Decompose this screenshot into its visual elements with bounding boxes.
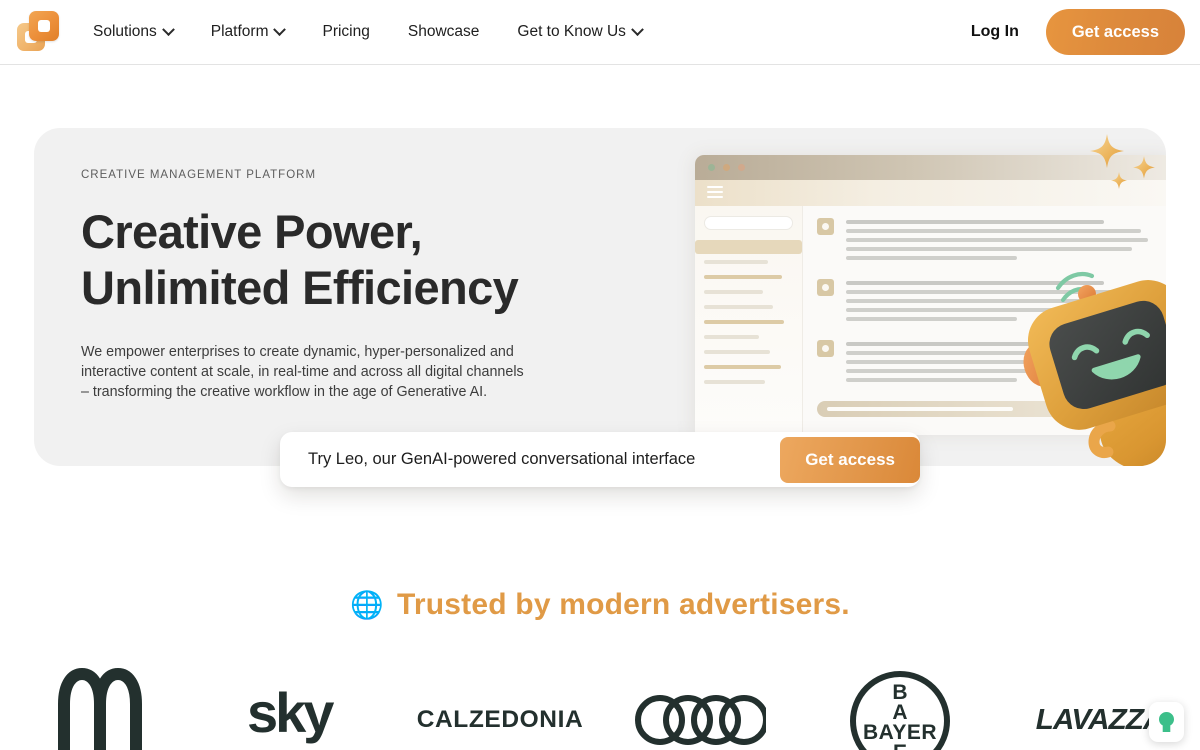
client-logo-mcdonalds — [0, 668, 200, 750]
hero-card: CREATIVE MANAGEMENT PLATFORM Creative Po… — [34, 128, 1166, 466]
login-link[interactable]: Log In — [971, 23, 1019, 41]
mockup-search-field — [704, 216, 793, 230]
chevron-down-icon — [631, 22, 644, 36]
page-title: Creative Power, Unlimited Efficiency — [81, 204, 601, 316]
brand-logo[interactable] — [16, 9, 62, 55]
client-logo-audi — [600, 668, 800, 750]
mockup-traffic-light-green — [708, 164, 715, 171]
nav-item-platform[interactable]: Platform — [210, 15, 287, 49]
mockup-sidebar-row — [704, 260, 769, 264]
mockup-sidebar-row — [704, 275, 783, 279]
mockup-traffic-light-red — [738, 164, 745, 171]
bayer-cross-icon: B A BAYER E — [850, 671, 950, 750]
trusted-heading-text: Trusted by modern advertisers. — [397, 588, 850, 621]
lavazza-wordmark: LAVAZZA — [1036, 704, 1165, 736]
floating-widget[interactable] — [1149, 702, 1184, 742]
mockup-sidebar-row — [704, 290, 763, 294]
mockup-sidebar-row — [704, 305, 774, 309]
nav-item-get-to-know-us-label: Get to Know Us — [517, 23, 626, 40]
client-logo-row: sky CALZEDONIA B A BAYER E LAVAZZA — [0, 668, 1200, 750]
leo-promo-banner: Try Leo, our GenAI-powered conversationa… — [280, 432, 920, 487]
hero-heading-line-2: Unlimited Efficiency — [81, 261, 519, 314]
primary-nav-links: Solutions Platform Pricing Showcase Get … — [93, 15, 644, 49]
nav-item-showcase[interactable]: Showcase — [408, 15, 480, 49]
mockup-sidebar-row — [704, 320, 785, 324]
get-access-button[interactable]: Get access — [1045, 9, 1185, 55]
nav-item-solutions-label: Solutions — [93, 23, 157, 40]
sparkles-icon — [1090, 134, 1155, 189]
nav-item-showcase-label: Showcase — [407, 23, 480, 40]
trusted-heading: 🌐 Trusted by modern advertisers. — [0, 588, 1200, 622]
calzedonia-wordmark: CALZEDONIA — [416, 706, 584, 733]
client-logo-bayer: B A BAYER E — [800, 668, 1000, 750]
green-key-icon — [1159, 712, 1174, 732]
mockup-text-line — [846, 229, 1142, 233]
mockup-block-thumbnail — [817, 340, 834, 357]
globe-icon: 🌐 — [350, 589, 384, 620]
audi-rings-icon — [635, 695, 766, 745]
hero-copy: CREATIVE MANAGEMENT PLATFORM Creative Po… — [81, 169, 601, 402]
nav-item-platform-label: Platform — [210, 23, 269, 40]
mockup-sidebar-row — [704, 365, 781, 369]
nav-item-get-to-know-us[interactable]: Get to Know Us — [517, 15, 644, 49]
robot-mascot-illustration — [1023, 271, 1166, 466]
nav-item-pricing[interactable]: Pricing — [322, 15, 369, 49]
sky-wordmark-icon: sky — [247, 681, 337, 744]
mockup-traffic-light-yellow — [723, 164, 730, 171]
mockup-block-thumbnail — [817, 218, 834, 235]
mockup-sidebar-row — [704, 350, 770, 354]
mcdonalds-arches-icon — [58, 668, 142, 750]
hero-eyebrow: CREATIVE MANAGEMENT PLATFORM — [81, 169, 317, 181]
mockup-sidebar-selected-item — [695, 240, 802, 254]
svg-text:sky: sky — [247, 681, 334, 744]
mockup-sidebar-row — [704, 380, 765, 384]
mockup-text-line — [846, 317, 1018, 321]
mockup-text-line — [846, 378, 1018, 382]
mockup-text-line — [846, 256, 1018, 260]
svg-text:E: E — [893, 741, 907, 750]
client-logo-calzedonia: CALZEDONIA — [400, 668, 600, 750]
mockup-sidebar — [695, 206, 803, 435]
mockup-block-thumbnail — [817, 279, 834, 296]
mockup-text-line — [846, 220, 1105, 224]
hero-paragraph: We empower enterprises to create dynamic… — [81, 344, 524, 400]
nav-actions: Log In Get access — [971, 9, 1185, 55]
chevron-down-icon — [273, 22, 287, 36]
client-logo-sky: sky — [200, 668, 400, 750]
nav-item-solutions[interactable]: Solutions — [93, 15, 175, 49]
top-navigation-bar: Solutions Platform Pricing Showcase Get … — [0, 0, 1200, 65]
hamburger-menu-icon — [707, 185, 723, 201]
leo-get-access-button[interactable]: Get access — [780, 436, 920, 483]
nav-item-pricing-label: Pricing — [322, 23, 370, 40]
mockup-sidebar-row — [704, 335, 760, 339]
hero-heading-line-1: Creative Power, — [81, 205, 423, 258]
leo-banner-text: Try Leo, our GenAI-powered conversationa… — [308, 450, 696, 468]
chevron-down-icon — [161, 22, 175, 36]
logo-front-square-hole — [38, 20, 50, 32]
